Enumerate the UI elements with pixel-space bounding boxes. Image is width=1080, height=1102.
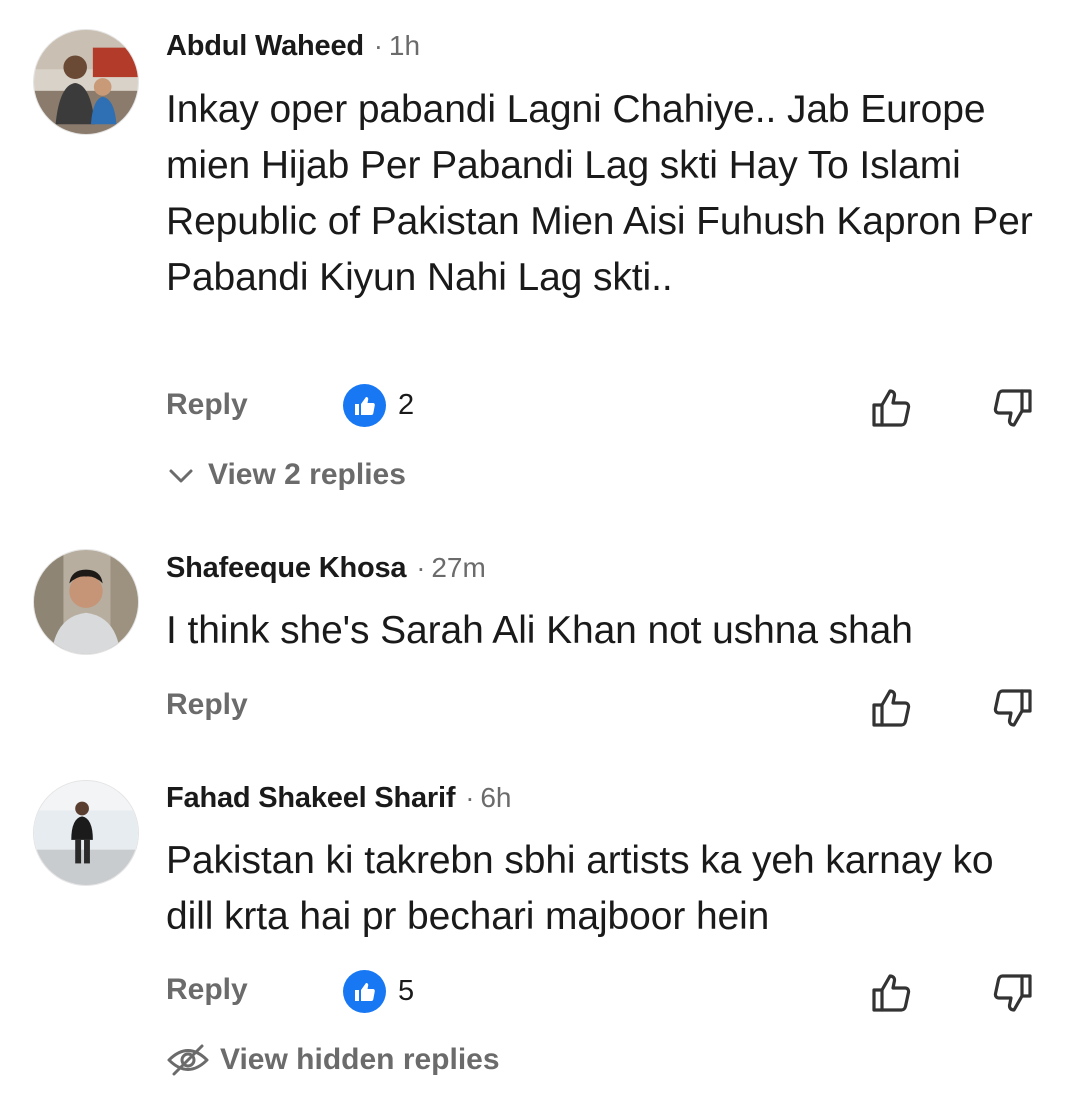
- comment-author[interactable]: Fahad Shakeel Sharif: [166, 782, 456, 815]
- view-replies-link[interactable]: View 2 replies: [166, 458, 406, 492]
- like-icon: [343, 970, 386, 1013]
- reaction-count[interactable]: 5: [343, 970, 414, 1013]
- avatar[interactable]: [33, 29, 139, 135]
- like-count: 5: [398, 975, 415, 1007]
- comment-text: I think she's Sarah Ali Khan not ushna s…: [166, 609, 913, 652]
- avatar[interactable]: [33, 549, 139, 655]
- separator-dot: ·: [465, 783, 475, 813]
- thumbs-up-icon[interactable]: [870, 686, 914, 730]
- like-count: 2: [398, 389, 415, 421]
- view-replies-label: View 2 replies: [208, 458, 406, 491]
- comment-text: Inkay oper pabandi Lagni Chahiye.. Jab E…: [166, 88, 1033, 299]
- eye-off-icon: [166, 1043, 210, 1077]
- thumbs-down-icon[interactable]: [990, 386, 1034, 430]
- view-hidden-replies-label: View hidden replies: [220, 1043, 500, 1076]
- reply-button[interactable]: Reply: [166, 688, 248, 722]
- comment-time: 1h: [388, 30, 421, 61]
- thumbs-down-icon[interactable]: [990, 971, 1034, 1015]
- comment-text: Pakistan ki takrebn sbhi artists ka yeh …: [166, 839, 994, 938]
- reaction-count[interactable]: 2: [343, 384, 414, 427]
- comment-time: 27m: [431, 552, 486, 583]
- reply-button[interactable]: Reply: [166, 973, 248, 1007]
- chevron-down-icon: [166, 460, 196, 490]
- thumbs-up-icon[interactable]: [870, 971, 914, 1015]
- comment-author[interactable]: Shafeeque Khosa: [166, 552, 407, 585]
- reply-button[interactable]: Reply: [166, 388, 248, 422]
- like-icon: [343, 384, 386, 427]
- view-hidden-replies-link[interactable]: View hidden replies: [166, 1043, 500, 1077]
- separator-dot: ·: [416, 553, 426, 583]
- thumbs-up-icon[interactable]: [870, 386, 914, 430]
- comment-author[interactable]: Abdul Waheed: [166, 30, 364, 63]
- separator-dot: ·: [373, 31, 383, 61]
- avatar[interactable]: [33, 780, 139, 886]
- thumbs-down-icon[interactable]: [990, 686, 1034, 730]
- comment-time: 6h: [480, 782, 512, 813]
